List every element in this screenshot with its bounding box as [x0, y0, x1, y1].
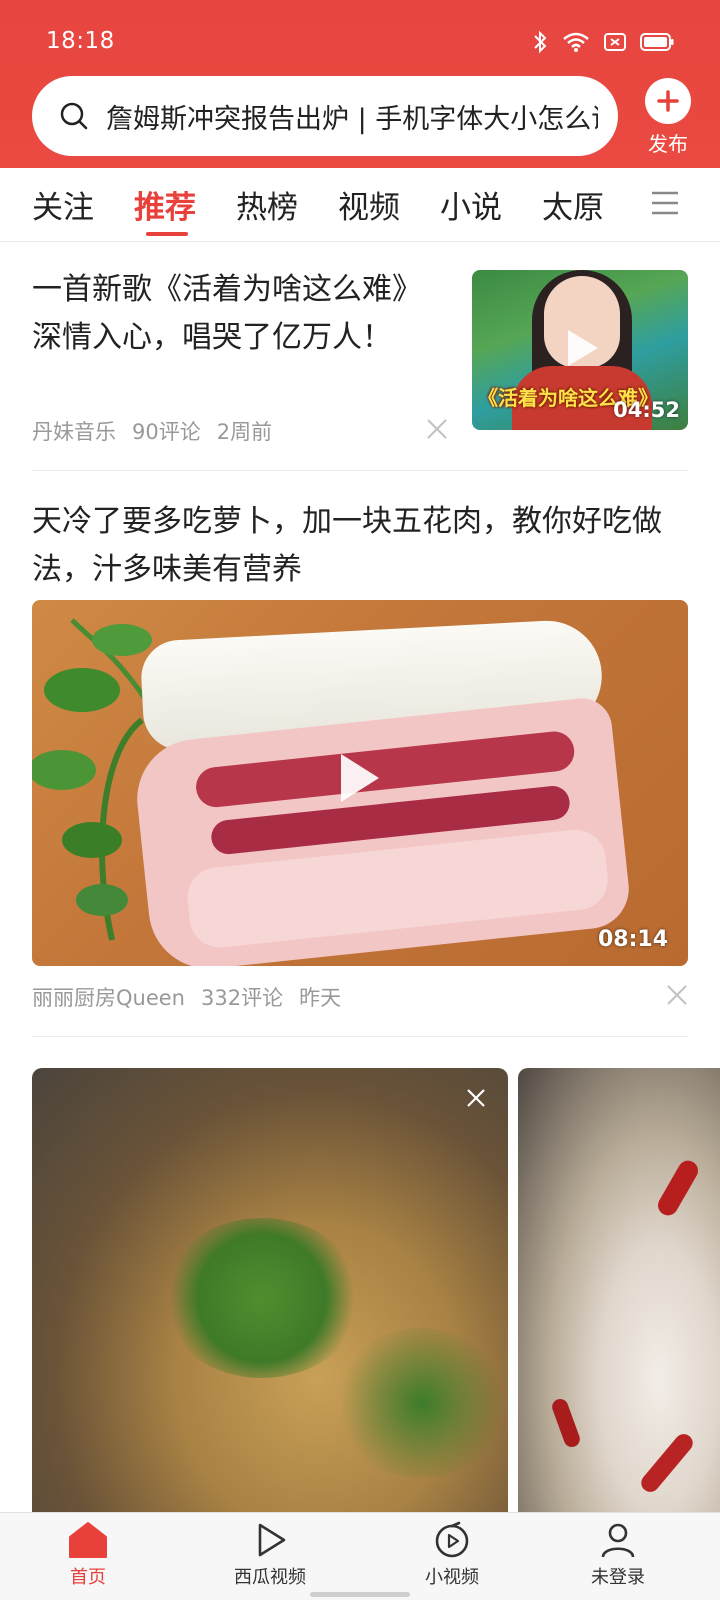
short-video-icon — [435, 1521, 469, 1558]
publish-button[interactable]: 发布 — [640, 78, 696, 157]
user-icon — [601, 1523, 635, 1558]
feed-item-meta: 丽丽厨房Queen 332评论 昨天 — [32, 982, 357, 1012]
tab-novel[interactable]: 小说 — [440, 182, 502, 227]
nav-label: 小视频 — [425, 1567, 479, 1588]
feed-item-comments: 332评论 — [201, 986, 284, 1010]
tab-recommend[interactable]: 推荐 — [134, 182, 196, 227]
home-icon — [69, 1522, 107, 1558]
video-duration: 04:52 — [613, 398, 680, 422]
feed-item-source[interactable]: 丽丽厨房Queen — [32, 986, 185, 1010]
tab-follow[interactable]: 关注 — [32, 182, 94, 227]
video-duration: 08:14 — [597, 927, 668, 952]
publish-label: 发布 — [648, 132, 688, 156]
bluetooth-icon — [534, 30, 547, 54]
feed-item-source[interactable]: 丹妹音乐 — [32, 420, 116, 444]
feed-item-video[interactable]: 一首新歌《活着为啥这么难》深情入心，唱哭了亿万人！ 丹妹音乐 90评论 2周前 《活… — [32, 266, 688, 472]
play-icon[interactable] — [335, 750, 383, 806]
dish-image — [654, 1157, 702, 1219]
nav-home[interactable]: 首页 — [28, 1521, 148, 1589]
sim-icon — [604, 33, 626, 51]
feed-item-title[interactable]: 一首新歌《活着为啥这么难》深情入心，唱哭了亿万人！ — [32, 266, 432, 362]
menu-icon[interactable] — [650, 188, 680, 218]
play-icon — [568, 330, 598, 366]
feed-item-time: 昨天 — [299, 986, 342, 1010]
status-icons — [532, 30, 674, 54]
dish-image — [162, 1218, 362, 1378]
plus-icon — [645, 78, 691, 124]
video-thumbnail[interactable]: 《活着为啥这么难》 04:52 — [472, 270, 688, 430]
nav-xigua-video[interactable]: 西瓜视频 — [210, 1521, 330, 1589]
video-player-cover[interactable]: 08:14 — [32, 600, 688, 966]
battery-icon — [640, 33, 674, 51]
wifi-icon — [563, 32, 589, 52]
feed-item-meta: 丹妹音乐 90评论 2周前 — [32, 416, 288, 446]
play-icon — [258, 1523, 286, 1557]
dislike-close-icon[interactable] — [426, 418, 448, 440]
search-icon — [60, 102, 88, 130]
short-video-card[interactable] — [32, 1068, 508, 1512]
dislike-close-icon[interactable] — [666, 984, 688, 1006]
active-tab-indicator — [146, 232, 188, 236]
bottom-navigation: 首页 西瓜视频 小视频 未登录 — [0, 1512, 720, 1600]
short-video-card[interactable] — [518, 1068, 720, 1512]
feed-item-title[interactable]: 天冷了要多吃萝卜，加一块五花肉，教你好吃做法，汁多味美有营养 — [32, 498, 688, 594]
app-header: 18:18 詹姆斯冲突报告出炉 | 手机字体大小怎么调 发布 — [0, 0, 720, 168]
feed-item-time: 2周前 — [216, 420, 273, 444]
close-icon[interactable] — [466, 1088, 486, 1108]
tab-video[interactable]: 视频 — [338, 182, 400, 227]
nav-label: 西瓜视频 — [234, 1567, 306, 1588]
nav-label: 未登录 — [591, 1567, 645, 1588]
divider — [32, 1036, 688, 1037]
search-bar[interactable]: 詹姆斯冲突报告出炉 | 手机字体大小怎么调 — [32, 76, 618, 156]
nav-profile[interactable]: 未登录 — [558, 1521, 678, 1589]
divider — [32, 470, 688, 471]
tab-hot[interactable]: 热榜 — [236, 182, 298, 227]
status-time: 18:18 — [46, 28, 115, 54]
nav-short-video[interactable]: 小视频 — [392, 1521, 512, 1589]
feed-item-comments: 90评论 — [132, 420, 201, 444]
home-indicator[interactable] — [310, 1592, 410, 1597]
nav-label: 首页 — [70, 1567, 106, 1588]
channel-tabs: 关注 推荐 热榜 视频 小说 太原 — [0, 168, 720, 242]
search-hot-query: 詹姆斯冲突报告出炉 | 手机字体大小怎么调 — [106, 103, 598, 135]
tab-taiyuan[interactable]: 太原 — [542, 182, 604, 227]
